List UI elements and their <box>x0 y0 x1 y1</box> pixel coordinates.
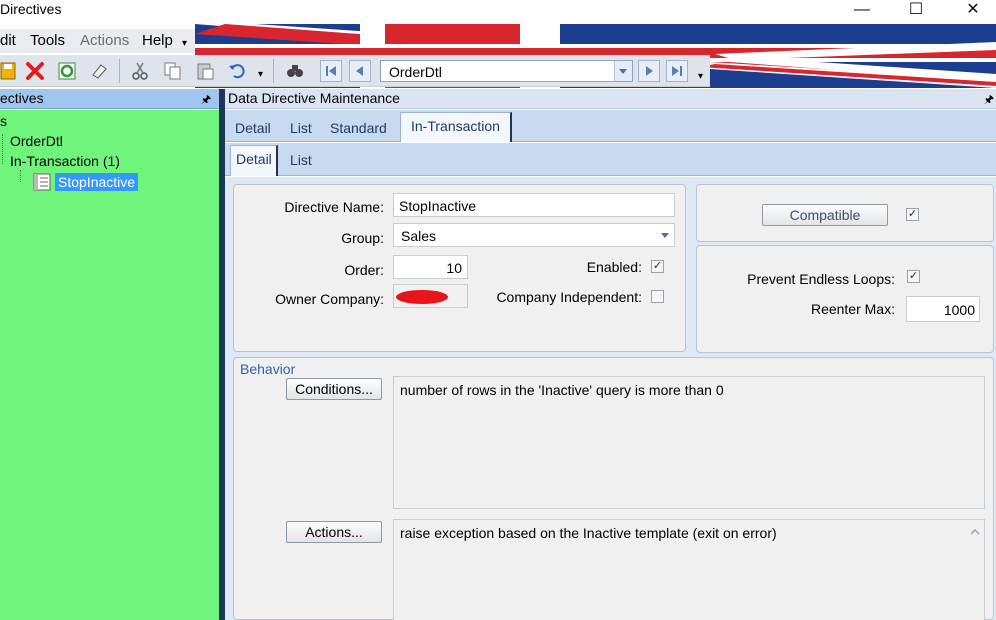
actions-textbox[interactable]: raise exception based on the Inactive te… <box>393 519 985 620</box>
paste-icon[interactable] <box>195 61 215 81</box>
redacted-mark <box>396 290 448 304</box>
tab-standard[interactable]: Standard <box>330 120 387 136</box>
copy-icon[interactable] <box>163 61 183 81</box>
company-independent-checkbox[interactable] <box>651 290 664 303</box>
enabled-label: Enabled: <box>586 259 642 275</box>
owner-company-field[interactable] <box>393 284 468 308</box>
group-label: Group: <box>341 230 384 246</box>
directive-name-label: Directive Name: <box>284 199 384 215</box>
tree-panel-header: ectives 🖈 <box>0 89 219 109</box>
conditions-textbox[interactable]: number of rows in the 'Inactive' query i… <box>393 376 985 509</box>
dropdown-arrow-icon[interactable] <box>614 61 632 81</box>
delete-icon[interactable] <box>25 61 45 81</box>
menu-bar: dit Tools Actions Help ▾ <box>0 29 195 53</box>
tree-node-stopinactive[interactable]: StopInactive <box>55 173 139 191</box>
title-bar: Directives — ☐ ✕ <box>0 0 996 24</box>
order-field[interactable]: 10 <box>393 255 468 279</box>
conditions-text: number of rows in the 'Inactive' query i… <box>400 382 724 398</box>
last-record-button[interactable] <box>666 60 688 82</box>
compatible-checkbox[interactable]: ✓ <box>906 208 919 221</box>
directive-icon <box>33 173 51 191</box>
clear-icon[interactable] <box>89 61 109 81</box>
tree-connector <box>20 170 21 182</box>
next-record-button[interactable] <box>638 60 660 82</box>
undo-icon[interactable] <box>227 61 247 81</box>
enabled-checkbox[interactable]: ✓ <box>651 260 664 273</box>
subtab-detail[interactable]: Detail <box>230 145 278 176</box>
tab-detail[interactable]: Detail <box>235 120 271 136</box>
directive-name-field[interactable]: StopInactive <box>393 193 675 217</box>
owner-company-label: Owner Company: <box>275 291 384 307</box>
toolbar-separator <box>273 59 274 83</box>
window-title: Directives <box>0 1 62 17</box>
pin-icon[interactable]: 🖈 <box>984 91 994 110</box>
navigator-overflow-icon[interactable]: ▾ <box>698 71 703 82</box>
previous-icon <box>356 66 363 76</box>
tab-list[interactable]: List <box>290 120 312 136</box>
tree-node-orderdtl[interactable]: OrderDtl <box>10 133 63 149</box>
menu-actions[interactable]: Actions <box>80 32 129 49</box>
previous-record-button[interactable] <box>349 60 371 82</box>
group-select[interactable]: Sales <box>393 223 675 247</box>
tree-connector <box>2 134 3 164</box>
directive-groupbox: Directive Name: StopInactive Group: Sale… <box>233 184 686 352</box>
close-button[interactable]: ✕ <box>950 0 996 24</box>
menu-help[interactable]: Help <box>142 32 173 49</box>
group-value: Sales <box>401 228 437 244</box>
directives-tree: s OrderDtl In-Transaction (1) StopInacti… <box>0 110 219 620</box>
directive-name-value: StopInactive <box>399 198 477 214</box>
main-panel-header: Data Directive Maintenance 🖈 <box>225 89 996 109</box>
detail-subtabs: Detail List <box>225 143 996 176</box>
actions-button[interactable]: Actions... <box>286 521 382 543</box>
last-icon <box>672 66 682 76</box>
refresh-icon[interactable] <box>57 61 77 81</box>
prevent-loops-checkbox[interactable]: ✓ <box>907 270 920 283</box>
order-label: Order: <box>344 262 384 278</box>
menu-tools[interactable]: Tools <box>30 32 65 49</box>
detail-content: Directive Name: StopInactive Group: Sale… <box>225 177 996 620</box>
behavior-title: Behavior <box>240 361 296 377</box>
toolbar-overflow-icon[interactable]: ▾ <box>258 69 263 80</box>
record-navigator-value: OrderDtl <box>389 64 442 80</box>
company-independent-label: Company Independent: <box>496 289 642 305</box>
reenter-max-value: 1000 <box>943 302 975 318</box>
next-icon <box>646 66 653 76</box>
loop-prevention-groupbox: Prevent Endless Loops: ✓ Reenter Max: 10… <box>696 245 994 353</box>
toolbar: ▾ OrderDtl ▾ <box>0 55 710 87</box>
scroll-up-icon[interactable] <box>970 528 980 536</box>
tree-panel-title: ectives <box>0 90 44 106</box>
first-icon <box>326 66 336 76</box>
behavior-groupbox: Behavior Conditions... number of rows in… <box>233 357 994 620</box>
minimize-button[interactable]: — <box>839 0 885 24</box>
menu-overflow-icon[interactable]: ▾ <box>182 38 187 49</box>
compatible-button[interactable]: Compatible <box>762 204 888 226</box>
compatibility-groupbox: Compatible ✓ <box>696 184 994 242</box>
toolbar-separator <box>119 59 120 83</box>
subtab-list[interactable]: List <box>290 152 312 168</box>
tab-in-transaction[interactable]: In-Transaction <box>400 112 512 142</box>
save-icon[interactable] <box>0 61 20 81</box>
conditions-button[interactable]: Conditions... <box>286 378 382 400</box>
cut-icon[interactable] <box>130 61 150 81</box>
prevent-loops-label: Prevent Endless Loops: <box>747 271 895 287</box>
record-navigator-combo[interactable]: OrderDtl <box>380 60 633 82</box>
order-value: 10 <box>446 260 462 276</box>
search-icon[interactable] <box>285 61 305 81</box>
menu-edit[interactable]: dit <box>0 32 16 49</box>
actions-text: raise exception based on the Inactive te… <box>400 525 777 541</box>
first-record-button[interactable] <box>320 60 342 82</box>
main-panel-title: Data Directive Maintenance <box>228 90 400 106</box>
pin-icon[interactable]: 🖈 <box>201 91 211 110</box>
reenter-max-field[interactable]: 1000 <box>906 296 980 322</box>
tree-node-in-transaction[interactable]: In-Transaction (1) <box>10 153 120 169</box>
maximize-button[interactable]: ☐ <box>893 0 939 24</box>
dropdown-arrow-icon[interactable] <box>660 232 670 240</box>
reenter-max-label: Reenter Max: <box>810 301 895 317</box>
tree-node-root[interactable]: s <box>0 113 7 129</box>
main-tabs: Detail List Standard In-Transaction <box>225 110 996 142</box>
